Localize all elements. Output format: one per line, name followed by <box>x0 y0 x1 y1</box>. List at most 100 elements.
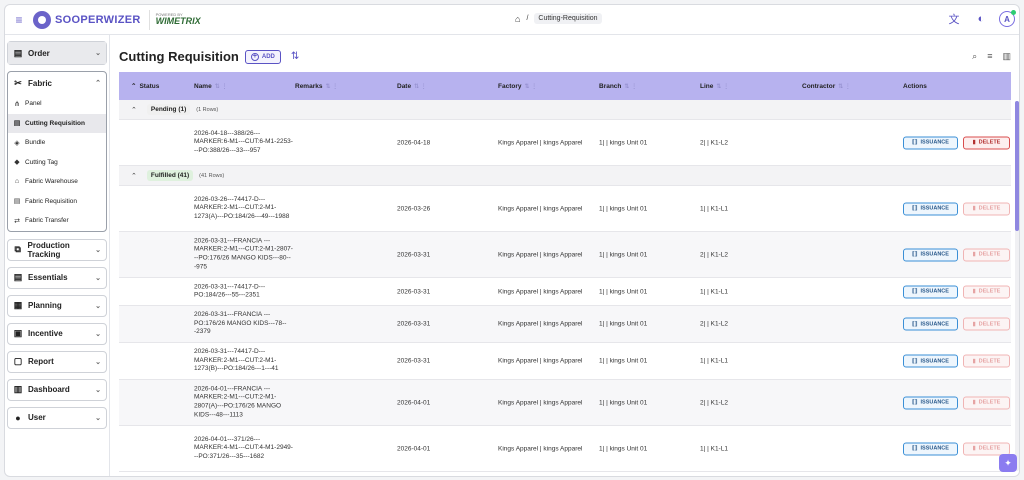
issuance-button-label: ISSUANCE <box>920 399 949 406</box>
cell-name: 2026-04-18---388/26---MARKER:6-M1---CUT:… <box>194 129 293 154</box>
cell-factory: Kings Apparel | kings Apparel <box>498 445 583 452</box>
chevron-down-icon: ⌄ <box>95 358 101 366</box>
sidebar-item-report[interactable]: ▢ Report ⌄ <box>7 350 107 373</box>
issuance-button[interactable]: ⟦⟧ ISSUANCE <box>903 317 958 331</box>
group-row-fulfilled[interactable]: ⌃ Fulfilled (41) (41 Rows) <box>119 166 1011 186</box>
cell-line: 2| | K1-L2 <box>700 399 728 406</box>
dashboard-icon: ▥ <box>13 384 23 394</box>
user-icon: ● <box>15 412 21 423</box>
translate-icon[interactable]: 文 <box>945 10 963 28</box>
header-status[interactable]: ⌃ Status <box>131 82 160 91</box>
tag-icon: ◆ <box>14 159 20 167</box>
cell-factory: Kings Apparel | kings Apparel <box>498 251 583 258</box>
sidebar-item-order[interactable]: ▤ Order ⌄ <box>8 42 106 64</box>
sidebar-item-label: Cutting Tag <box>25 158 58 166</box>
sort-icon[interactable]: ⇅ ⋮ <box>716 83 729 90</box>
top-bar: ≡ SOOPERWIZER POWERED BY WIMETRIX ⌂ / Cu… <box>5 5 1019 35</box>
table-row[interactable]: 2026-03-31---FRANCIA ---PO:176/26 MANGO … <box>119 306 1011 343</box>
app-logo-text: SOOPERWIZER <box>55 13 141 26</box>
columns-icon[interactable]: ▥ <box>1002 51 1011 62</box>
add-button[interactable]: + ADD <box>244 49 281 64</box>
delete-button: ▮ DELETE <box>963 354 1010 368</box>
cell-factory: Kings Apparel | kings Apparel <box>498 139 583 146</box>
table-row[interactable]: 2026-03-31---FRANCIA ---MARKER:2-M1---CU… <box>119 232 1011 278</box>
sort-icon[interactable]: ⇅ ⋮ <box>414 83 427 90</box>
essentials-icon: ▤ <box>13 272 23 282</box>
table-row[interactable]: 2026-03-26---74417-D---MARKER:2-M1---CUT… <box>119 186 1011 232</box>
cell-factory: Kings Apparel | kings Apparel <box>498 205 583 212</box>
issuance-button[interactable]: ⟦⟧ ISSUANCE <box>903 396 958 409</box>
sort-icon[interactable]: ⇅ ⋮ <box>325 83 338 90</box>
header-factory[interactable]: Factory ⇅ ⋮ <box>498 83 537 90</box>
header-label: Factory <box>498 82 522 90</box>
issuance-button[interactable]: ⟦⟧ ISSUANCE <box>903 202 958 215</box>
header-label: Status <box>139 82 160 90</box>
sidebar-item-dashboard[interactable]: ▥ Dashboard ⌄ <box>7 378 107 401</box>
table-row[interactable]: 2026-03-31---74417-D---PO:184/26---55---… <box>119 278 1011 306</box>
sidebar-item-fabric-warehouse[interactable]: ⌂ Fabric Warehouse <box>8 172 106 192</box>
menu-collapse-icon[interactable]: ≡ <box>7 13 31 27</box>
sidebar-item-fabric-transfer[interactable]: ⇄ Fabric Transfer <box>8 211 106 231</box>
issuance-icon: ⟦⟧ <box>912 445 918 452</box>
theme-toggle-icon[interactable]: ◐ <box>972 10 990 28</box>
vertical-scrollbar[interactable] <box>1015 101 1019 471</box>
sidebar-item-panel[interactable]: ⋔ Panel <box>8 94 106 114</box>
cell-line: 1| | K1-L1 <box>700 205 728 212</box>
sidebar-item-cutting-tag[interactable]: ◆ Cutting Tag <box>8 153 106 173</box>
header-date[interactable]: Date ⇅ ⋮ <box>397 83 427 90</box>
chevron-up-icon[interactable]: ⌃ <box>131 172 137 180</box>
sidebar-item-fabric-requisition[interactable]: ▤ Fabric Requisition <box>8 192 106 212</box>
delete-button-label: DELETE <box>978 251 1001 258</box>
sidebar-item-bundle[interactable]: ◈ Bundle <box>8 133 106 153</box>
sidebar-item-essentials[interactable]: ▤ Essentials ⌄ <box>7 266 107 289</box>
issuance-icon: ⟦⟧ <box>912 399 918 406</box>
cell-line: 1| | K1-L1 <box>700 445 728 452</box>
issuance-icon: ⟦⟧ <box>912 205 918 212</box>
header-remarks[interactable]: Remarks ⇅ ⋮ <box>295 83 338 90</box>
delete-button: ▮ DELETE <box>963 285 1010 298</box>
issuance-icon: ⟦⟧ <box>912 139 918 146</box>
delete-button[interactable]: ▮ DELETE <box>963 136 1010 149</box>
sidebar-item-fabric[interactable]: ✂ Fabric ⌃ <box>8 72 106 94</box>
header-line[interactable]: Line ⇅ ⋮ <box>700 83 729 90</box>
issuance-button[interactable]: ⟦⟧ ISSUANCE <box>903 285 958 298</box>
sidebar-item-production-tracking[interactable]: ⧉ Production Tracking ⌄ <box>7 238 107 261</box>
delete-button: ▮ DELETE <box>963 202 1010 215</box>
sidebar-item-cutting-requisition[interactable]: ▤ Cutting Requisition <box>8 113 106 133</box>
sidebar-item-label: Order <box>28 48 50 58</box>
table-row[interactable]: 2026-04-18---388/26---MARKER:6-M1---CUT:… <box>119 120 1011 166</box>
header-actions: Actions <box>903 83 927 90</box>
issuance-button[interactable]: ⟦⟧ ISSUANCE <box>903 248 958 261</box>
issuance-icon: ⟦⟧ <box>912 321 918 327</box>
sidebar-group-order[interactable]: ▤ Order ⌄ <box>7 41 107 65</box>
sidebar-item-incentive[interactable]: ▣ Incentive ⌄ <box>7 322 107 345</box>
header-contractor[interactable]: Contractor ⇅ ⋮ <box>802 83 851 90</box>
sort-icon[interactable]: ⇅ ⋮ <box>838 83 851 90</box>
table-row[interactable]: 2026-04-01---371/26---MARKER:4-M1---CUT:… <box>119 426 1011 472</box>
sidebar-item-planning[interactable]: ▦ Planning ⌄ <box>7 294 107 317</box>
sidebar-item-user[interactable]: ● User ⌄ <box>7 406 107 429</box>
table-row[interactable]: 2026-04-01---FRANCIA ---MARKER:2-M1---CU… <box>119 380 1011 426</box>
sort-icon[interactable]: ⇅ ⋮ <box>524 83 537 90</box>
header-label: Branch <box>599 82 622 90</box>
group-row-count: (41 Rows) <box>199 172 225 179</box>
issuance-button[interactable]: ⟦⟧ ISSUANCE <box>903 442 958 455</box>
group-row-pending[interactable]: ⌃ Pending (1) (1 Rows) <box>119 100 1011 120</box>
home-icon[interactable]: ⌂ <box>515 14 520 24</box>
sparkle-assistant-icon[interactable]: ✦ <box>999 454 1017 472</box>
online-status-dot <box>1011 10 1016 15</box>
issuance-button[interactable]: ⟦⟧ ISSUANCE <box>903 136 958 149</box>
filter-icon[interactable]: ≡ <box>987 51 992 62</box>
header-name[interactable]: Name ⇅ ⋮ <box>194 83 227 90</box>
sort-icon[interactable]: ⇅ ⋮ <box>624 83 637 90</box>
issuance-button[interactable]: ⟦⟧ ISSUANCE <box>903 354 958 368</box>
table-row[interactable]: 2026-03-31---74417-D---MARKER:2-M1---CUT… <box>119 343 1011 380</box>
filter-settings-icon[interactable]: ⇅ <box>291 51 299 62</box>
chevron-up-icon[interactable]: ⌃ <box>131 106 137 114</box>
scrollbar-thumb[interactable] <box>1015 101 1019 231</box>
sort-icon[interactable]: ⇅ ⋮ <box>215 83 228 90</box>
avatar[interactable]: A <box>999 10 1016 27</box>
cell-branch: 1| | kings Unit 01 <box>599 399 648 406</box>
header-branch[interactable]: Branch ⇅ ⋮ <box>599 83 637 90</box>
search-icon[interactable]: ⌕ <box>972 51 977 62</box>
